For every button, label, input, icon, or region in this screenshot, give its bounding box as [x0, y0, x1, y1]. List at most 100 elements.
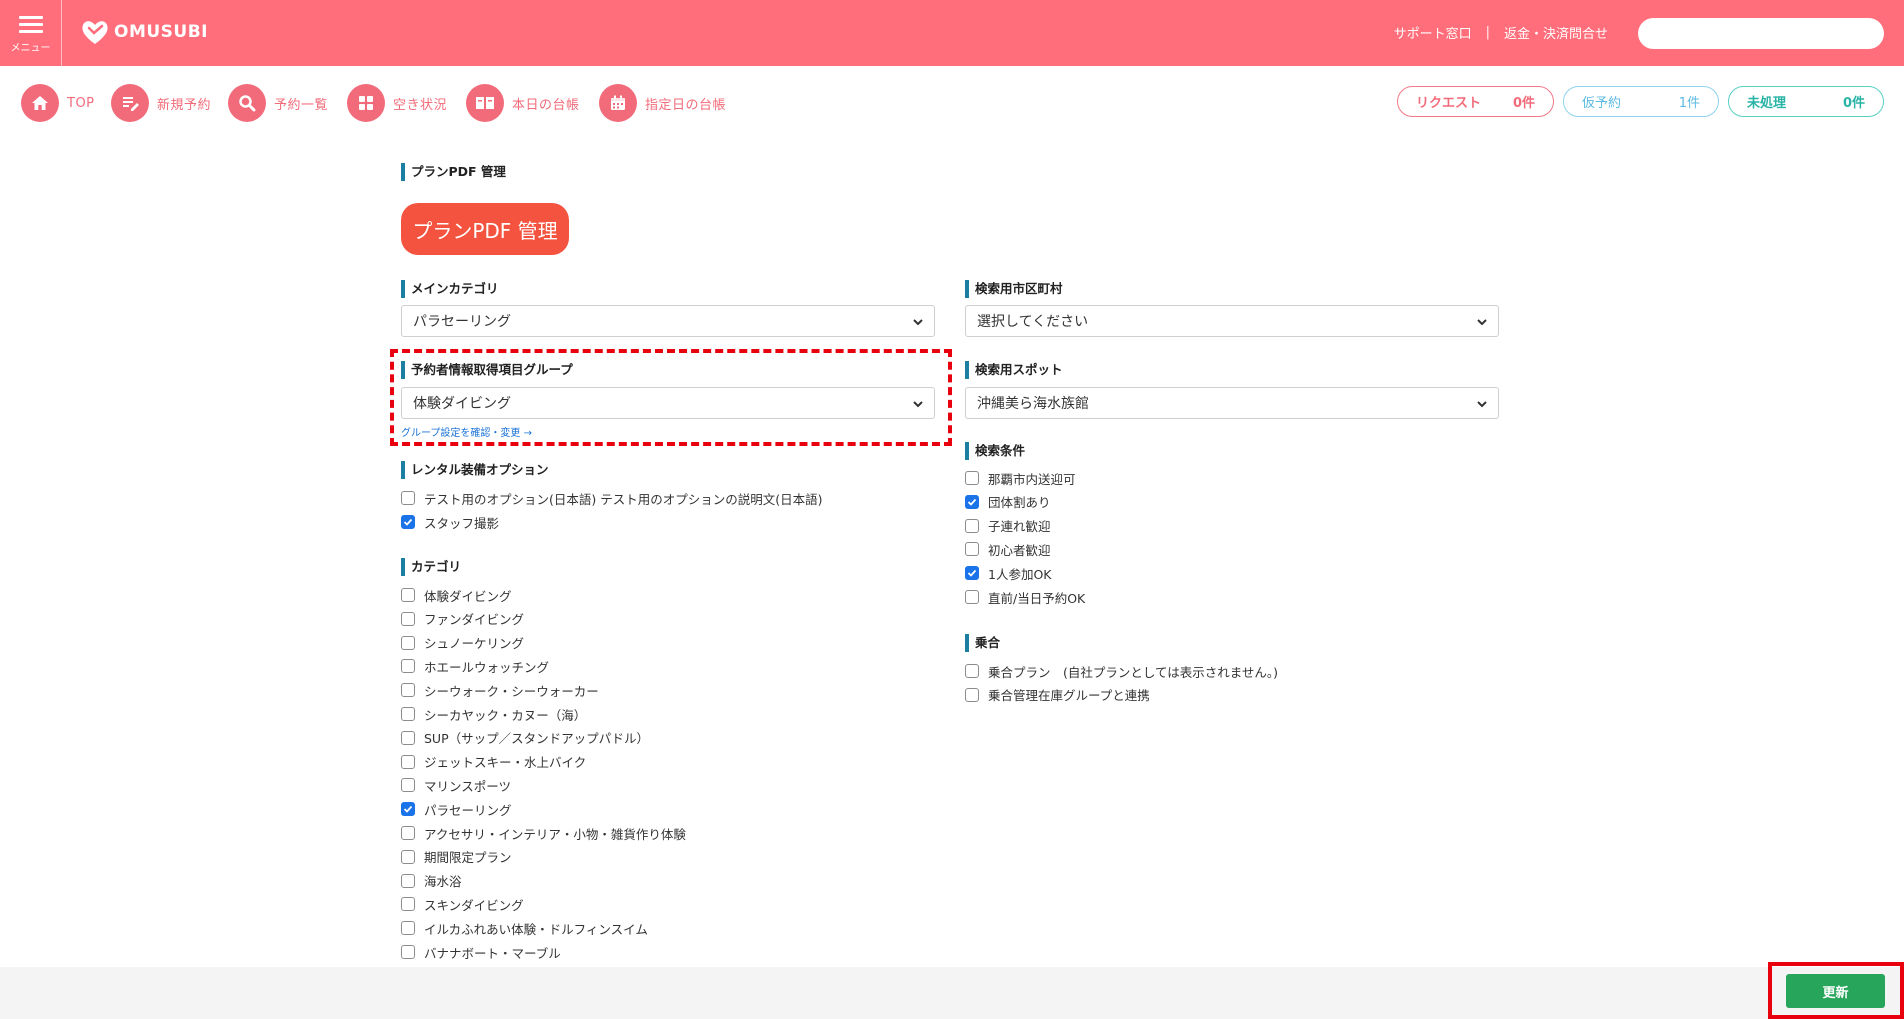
checkbox-row[interactable]: シュノーケリング	[401, 633, 524, 653]
checkbox[interactable]	[401, 611, 415, 626]
booker-group-select[interactable]: 体験ダイビング	[401, 387, 935, 419]
checkbox-row[interactable]: マリンスポーツ	[401, 775, 511, 795]
checkbox-checked[interactable]	[401, 515, 415, 529]
checkbox-row[interactable]: 団体割あり	[965, 492, 1051, 512]
checkbox[interactable]	[401, 491, 415, 505]
heart-logo-icon	[82, 21, 108, 44]
checkbox-checked[interactable]	[965, 566, 979, 581]
request-pill[interactable]: リクエスト 0件	[1397, 86, 1554, 117]
search-spot-label: 検索用スポット	[965, 361, 1063, 379]
checkbox[interactable]	[401, 683, 415, 698]
logo[interactable]: OMUSUBI	[80, 18, 208, 46]
checkbox-row[interactable]: 初心者歓迎	[965, 539, 1051, 559]
checkbox-row[interactable]: バナナボート・マーブル	[401, 942, 561, 962]
menu-label: メニュー	[10, 43, 51, 54]
checkbox-label: 直前/当日予約OK	[988, 590, 1086, 606]
checkbox-row[interactable]: パラセーリング	[401, 799, 512, 819]
provisional-pill[interactable]: 仮予約 1件	[1563, 86, 1719, 117]
checkbox-checked[interactable]	[401, 802, 415, 817]
nav-availability[interactable]: 空き状況	[347, 84, 447, 122]
checkbox-row[interactable]: 乗合プラン (自社プランとしては表示されません。)	[965, 661, 1278, 681]
group-settings-link[interactable]: グループ設定を確認・変更 →	[401, 424, 532, 439]
checkbox-row[interactable]: 乗合管理在庫グループと連携	[965, 685, 1150, 705]
checkbox-row[interactable]: 1人参加OK	[965, 563, 1052, 583]
update-button[interactable]: 更新	[1786, 974, 1885, 1008]
checkbox-row[interactable]: アクセサリ・インテリア・小物・雑貨作り体験	[401, 823, 686, 843]
calendar-icon	[599, 84, 637, 122]
nav-top[interactable]: TOP	[21, 84, 95, 122]
checkbox-row[interactable]: シーカヤック・カヌー（海）	[401, 704, 586, 724]
checkbox-label: 乗合プラン (自社プランとしては表示されません。)	[988, 664, 1279, 680]
checkbox[interactable]	[401, 588, 415, 602]
checkbox-label: スキンダイビング	[424, 897, 524, 913]
checkbox-row[interactable]: イルカふれあい体験・ドルフィンスイム	[401, 918, 648, 938]
nav-date-ledger[interactable]: 指定日の台帳	[599, 84, 726, 122]
nav-top-label: TOP	[67, 95, 95, 111]
checkbox[interactable]	[401, 921, 415, 936]
checkbox[interactable]	[401, 707, 415, 721]
request-count: 0件	[1512, 96, 1535, 111]
main-category-label: メインカテゴリ	[401, 280, 499, 298]
checkbox[interactable]	[401, 849, 415, 864]
footer-bar	[0, 967, 1904, 1019]
checkbox[interactable]	[401, 897, 415, 912]
support-link[interactable]: サポート窓口	[1394, 23, 1472, 42]
checkbox[interactable]	[965, 518, 979, 533]
chevron-down-icon	[913, 401, 923, 408]
checkbox[interactable]	[401, 826, 415, 840]
checkbox[interactable]	[965, 471, 979, 485]
checkbox-label: 乗合管理在庫グループと連携	[988, 688, 1150, 704]
checkbox[interactable]	[401, 754, 415, 769]
checkbox-row[interactable]: 海水浴	[401, 871, 462, 891]
checkbox-row[interactable]: ジェットスキー・水上バイク	[401, 752, 586, 772]
checkbox[interactable]	[965, 687, 979, 702]
checkbox-row[interactable]: ファンダイビング	[401, 609, 524, 629]
checkbox-row[interactable]: 子連れ歓迎	[965, 516, 1051, 536]
checkbox-row[interactable]: 期間限定プラン	[401, 847, 512, 867]
unprocessed-pill[interactable]: 未処理 0件	[1728, 86, 1884, 117]
checkbox[interactable]	[401, 778, 415, 793]
provisional-label: 仮予約	[1582, 96, 1622, 111]
nav-reservation-list[interactable]: 予約一覧	[228, 84, 328, 122]
checkbox-row[interactable]: ホエールウォッチング	[401, 656, 549, 676]
checkbox-checked[interactable]	[965, 494, 979, 509]
checkbox-row[interactable]: シーウォーク・シーウォーカー	[401, 680, 599, 700]
checkbox-row[interactable]: スキンダイビング	[401, 894, 524, 914]
checkbox[interactable]	[965, 664, 979, 678]
checkbox-row[interactable]: SUP（サップ／スタンドアップパドル）	[401, 728, 649, 748]
checkbox-label: SUP（サップ／スタンドアップパドル）	[424, 731, 649, 747]
checkbox[interactable]	[965, 542, 979, 557]
checkbox[interactable]	[401, 873, 415, 888]
search-city-value: 選択してください	[977, 314, 1089, 330]
checkbox[interactable]	[401, 635, 415, 650]
main-category-value: パラセーリング	[413, 314, 511, 330]
check-icon	[967, 498, 977, 506]
checkbox-row[interactable]: 直前/当日予約OK	[965, 587, 1085, 607]
app-header: メニュー OMUSUBI サポート窓口 | 返金・決済問合せ	[0, 0, 1904, 66]
checkbox[interactable]	[401, 730, 415, 745]
rental-option-row[interactable]: テスト用のオプション(日本語) テスト用のオプションの説明文(日本語)	[401, 488, 822, 508]
checkbox-label: シュノーケリング	[424, 636, 525, 652]
main-category-select[interactable]: パラセーリング	[401, 305, 935, 337]
checkbox[interactable]	[965, 590, 979, 604]
search-city-select[interactable]: 選択してください	[965, 305, 1499, 337]
search-spot-select[interactable]: 沖縄美ら海水族館	[965, 387, 1499, 419]
checkbox-label: バナナボート・マーブル	[424, 945, 561, 961]
plan-pdf-button[interactable]: プランPDF 管理	[401, 203, 569, 255]
booker-group-label: 予約者情報取得項目グループ	[401, 361, 573, 379]
chevron-down-icon	[1477, 401, 1487, 408]
nav-today-ledger[interactable]: 本日の台帳	[466, 84, 580, 122]
rental-option-row[interactable]: スタッフ撮影	[401, 512, 499, 532]
checkbox-label: イルカふれあい体験・ドルフィンスイム	[424, 921, 648, 937]
checkbox-row[interactable]: 那覇市内送迎可	[965, 468, 1076, 488]
checkbox[interactable]	[401, 659, 415, 674]
nav-new-reservation[interactable]: 新規予約	[111, 84, 211, 122]
checkbox-label: パラセーリング	[424, 802, 512, 818]
checkbox-label: 期間限定プラン	[424, 850, 512, 866]
menu-button[interactable]: メニュー	[0, 0, 62, 66]
refund-inquiry-link[interactable]: 返金・決済問合せ	[1504, 23, 1608, 42]
header-search-input[interactable]	[1638, 18, 1884, 49]
checkbox-row[interactable]: 体験ダイビング	[401, 585, 512, 605]
shared-label: 乗合	[965, 634, 1000, 652]
checkbox[interactable]	[401, 945, 415, 959]
